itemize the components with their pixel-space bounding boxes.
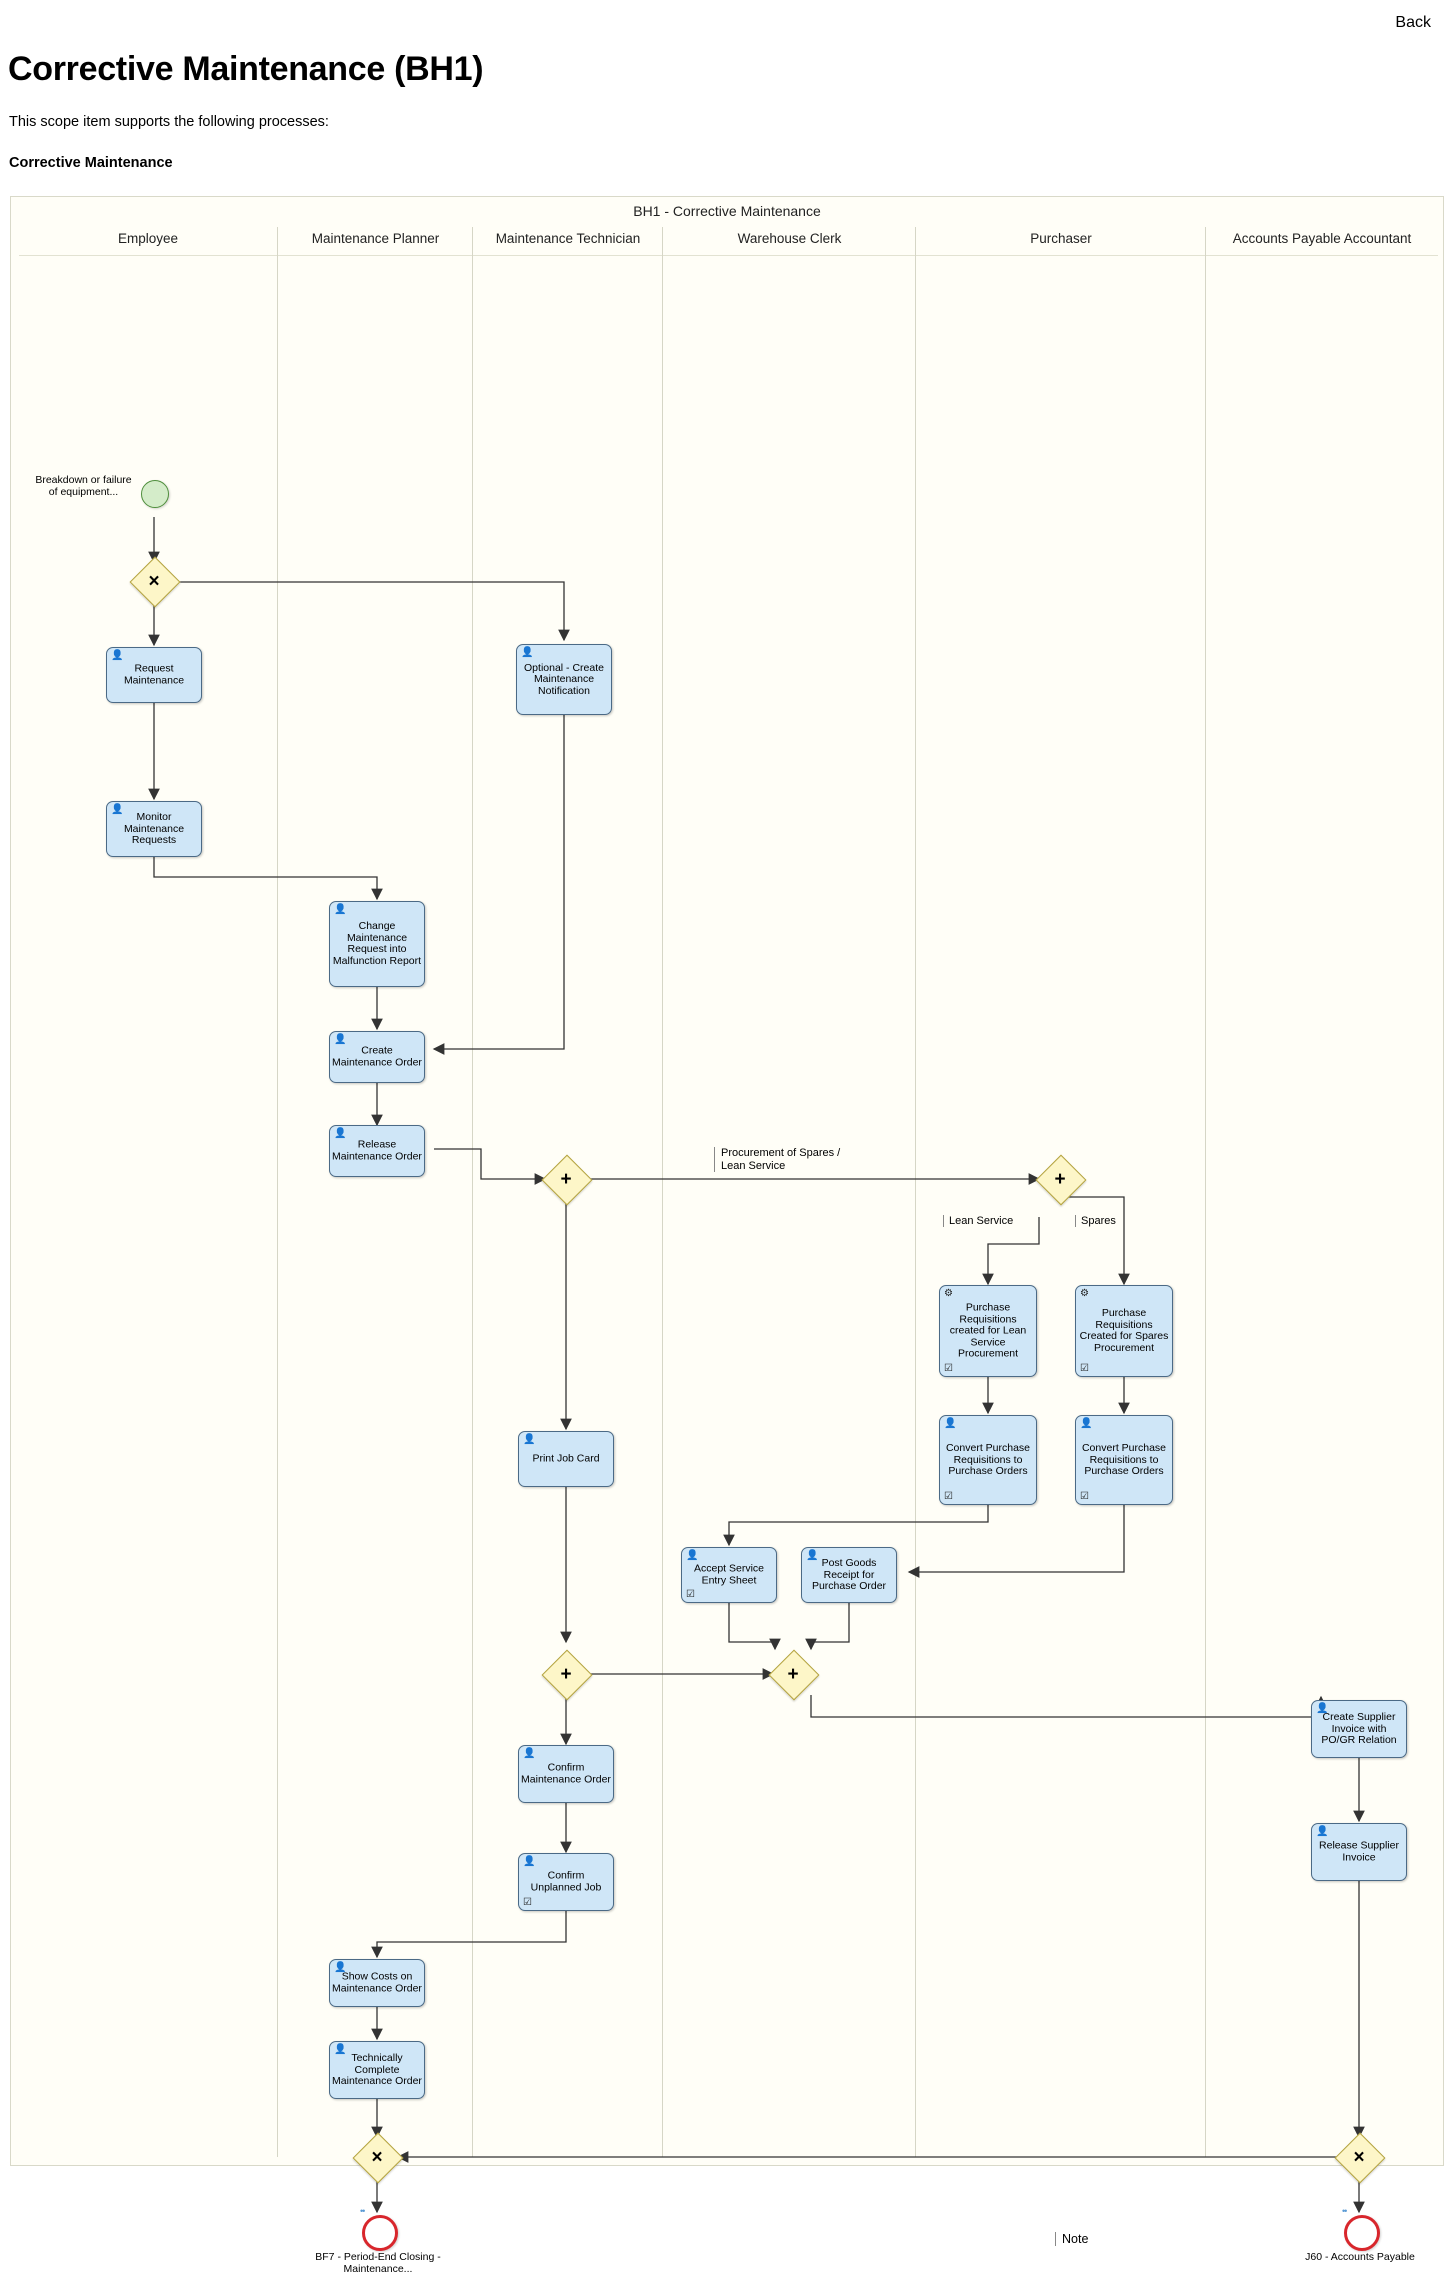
task-post-goods-receipt[interactable]: 👤 Post Goods Receipt for Purchase Order (801, 1547, 897, 1603)
gear-icon: ⚙ (944, 1288, 953, 1299)
task-convert-requisitions-to-orders-spares[interactable]: 👤 Convert Purchase Requisitions to Purch… (1075, 1415, 1173, 1505)
end-event-bf7[interactable] (362, 2215, 398, 2251)
task-label: Create Maintenance Order (332, 1044, 422, 1068)
task-label: Confirm Unplanned Job (530, 1869, 602, 1893)
gateway-exclusive-3[interactable]: × (1334, 2132, 1386, 2184)
gateway-exclusive-1[interactable]: × (129, 556, 181, 608)
task-purchase-requisitions-lean-service[interactable]: ⚙ Purchase Requisitions created for Lean… (939, 1285, 1037, 1377)
task-label: Release Maintenance Order (332, 1138, 422, 1162)
gateway-symbol: × (1353, 2146, 1365, 2168)
user-icon: 👤 (334, 1034, 347, 1045)
gateway-parallel-3[interactable]: + (541, 1649, 593, 1701)
user-icon: 👤 (523, 1748, 536, 1759)
task-label: Post Goods Receipt for Purchase Order (811, 1556, 887, 1592)
task-create-supplier-invoice[interactable]: 👤 Create Supplier Invoice with PO/GR Rel… (1311, 1700, 1407, 1758)
task-label: Confirm Maintenance Order (521, 1761, 611, 1785)
user-icon: 👤 (521, 647, 534, 658)
page-root: Back Corrective Maintenance (BH1) This s… (0, 0, 1453, 2277)
task-label: Optional - Create Maintenance Notificati… (524, 661, 604, 697)
connector-layer (148, 517, 1365, 2214)
page-title: Corrective Maintenance (BH1) (8, 50, 484, 88)
task-request-maintenance[interactable]: 👤 Request Maintenance (106, 647, 202, 703)
task-monitor-maintenance-requests[interactable]: 👤 Monitor Maintenance Requests (106, 801, 202, 857)
gateway-exclusive-2[interactable]: × (352, 2132, 404, 2184)
gateway-symbol: + (1054, 1168, 1066, 1190)
user-icon: 👤 (111, 650, 124, 661)
task-label: Technically Complete Maintenance Order (332, 2051, 422, 2087)
user-icon: 👤 (944, 1418, 957, 1429)
checkbox-icon: ☑ (944, 1491, 953, 1502)
task-label: Change Maintenance Request into Malfunct… (332, 920, 422, 967)
edge-label-spares: Spares (1075, 1215, 1141, 1227)
gateway-symbol: + (787, 1663, 799, 1685)
checkbox-icon: ☑ (1080, 1363, 1089, 1374)
user-icon: 👤 (523, 1856, 536, 1867)
task-release-maintenance-order[interactable]: 👤 Release Maintenance Order (329, 1125, 425, 1177)
task-label: Create Supplier Invoice with PO/GR Relat… (1321, 1710, 1397, 1746)
user-icon: 👤 (523, 1434, 536, 1445)
task-label: Purchase Requisitions Created for Spares… (1079, 1307, 1169, 1354)
bpmn-diagram: BH1 - Corrective Maintenance Employee Ma… (10, 196, 1444, 2274)
user-icon: 👤 (334, 1128, 347, 1139)
task-label: Accept Service Entry Sheet (693, 1562, 765, 1586)
task-technically-complete-maintenance-order[interactable]: 👤 Technically Complete Maintenance Order (329, 2041, 425, 2099)
gateway-symbol: × (148, 570, 160, 592)
checkbox-icon: ☑ (523, 1897, 532, 1908)
checkbox-icon: ☑ (686, 1589, 695, 1600)
task-label: Monitor Maintenance Requests (123, 810, 185, 846)
user-icon: 👤 (686, 1550, 699, 1561)
task-label: Convert Purchase Requisitions to Purchas… (1081, 1441, 1167, 1477)
annotation-procurement: Procurement of Spares / Lean Service (714, 1147, 861, 1172)
task-label: Request Maintenance (123, 662, 185, 686)
task-confirm-unplanned-job[interactable]: 👤 Confirm Unplanned Job ☑ (518, 1853, 614, 1911)
task-print-job-card[interactable]: 👤 Print Job Card (518, 1431, 614, 1487)
user-icon: 👤 (1080, 1418, 1093, 1429)
task-label: Convert Purchase Requisitions to Purchas… (945, 1441, 1031, 1477)
user-icon: 👤 (334, 904, 347, 915)
task-label: Show Costs on Maintenance Order (332, 1970, 422, 1994)
gateway-parallel-2[interactable]: + (1035, 1154, 1087, 1206)
task-label: Print Job Card (532, 1452, 600, 1465)
link-marker-icon: •• (360, 2206, 365, 2216)
task-purchase-requisitions-spares[interactable]: ⚙ Purchase Requisitions Created for Spar… (1075, 1285, 1173, 1377)
back-link[interactable]: Back (1395, 14, 1431, 32)
gateway-symbol: × (371, 2146, 383, 2168)
task-show-costs-on-maintenance-order[interactable]: 👤 Show Costs on Maintenance Order (329, 1959, 425, 2007)
task-convert-requisitions-to-orders-lean[interactable]: 👤 Convert Purchase Requisitions to Purch… (939, 1415, 1037, 1505)
task-accept-service-entry-sheet[interactable]: 👤 Accept Service Entry Sheet ☑ (681, 1547, 777, 1603)
checkbox-icon: ☑ (1080, 1491, 1089, 1502)
task-create-maintenance-order[interactable]: 👤 Create Maintenance Order (329, 1031, 425, 1083)
end-event-j60[interactable] (1344, 2215, 1380, 2251)
end-event-label: BF7 - Period-End Closing - Maintenance..… (315, 2251, 441, 2275)
page-subtitle: This scope item supports the following p… (9, 114, 329, 130)
task-label: Purchase Requisitions created for Lean S… (949, 1301, 1027, 1360)
gateway-parallel-1[interactable]: + (541, 1154, 593, 1206)
task-label: Release Supplier Invoice (1319, 1839, 1399, 1863)
task-optional-create-maintenance-notification[interactable]: 👤 Optional - Create Maintenance Notifica… (516, 644, 612, 715)
link-marker-icon: •• (1342, 2206, 1347, 2216)
gear-icon: ⚙ (1080, 1288, 1089, 1299)
gateway-parallel-4[interactable]: + (768, 1649, 820, 1701)
start-event-label: Breakdown or failure of equipment... (35, 474, 132, 498)
task-release-supplier-invoice[interactable]: 👤 Release Supplier Invoice (1311, 1823, 1407, 1881)
process-name: Corrective Maintenance (9, 155, 173, 171)
end-event-label: J60 - Accounts Payable (1305, 2251, 1415, 2263)
user-icon: 👤 (1316, 1826, 1329, 1837)
gateway-symbol: + (560, 1168, 572, 1190)
note-label: Note (1055, 2232, 1088, 2246)
edge-label-lean-service: Lean Service (943, 1215, 1029, 1227)
task-change-request-into-malfunction-report[interactable]: 👤 Change Maintenance Request into Malfun… (329, 901, 425, 987)
task-confirm-maintenance-order[interactable]: 👤 Confirm Maintenance Order (518, 1745, 614, 1803)
start-event[interactable] (141, 480, 169, 508)
checkbox-icon: ☑ (944, 1363, 953, 1374)
gateway-symbol: + (560, 1663, 572, 1685)
